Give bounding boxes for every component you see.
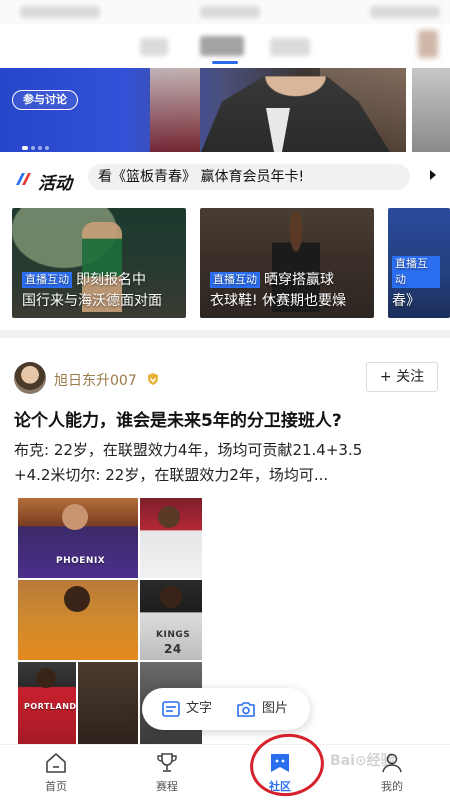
- player-head: [62, 504, 88, 530]
- post-image[interactable]: KINGS 24: [140, 580, 202, 660]
- tab-active-indicator: [212, 61, 238, 64]
- live-card-line2: 春》: [392, 293, 420, 309]
- status-bar: [0, 0, 450, 24]
- top-tabs: [0, 24, 450, 68]
- player-head: [64, 586, 90, 612]
- jersey-text: PHOENIX: [56, 556, 106, 566]
- live-card[interactable]: 直播互动 春》: [388, 208, 450, 318]
- post-header: 旭日东升007 + 关注: [14, 362, 438, 396]
- activity-stripes-icon: [16, 173, 31, 185]
- banner-photo-left: [150, 68, 200, 152]
- banner-pagination: [22, 146, 49, 150]
- banner-dot: [22, 146, 28, 150]
- nav-games[interactable]: 赛程: [132, 749, 202, 797]
- text-doc-icon: [162, 700, 180, 717]
- live-badge: 直播互动: [210, 272, 260, 288]
- jersey-number: 24: [164, 642, 182, 656]
- post-image[interactable]: [18, 580, 138, 660]
- post-body[interactable]: 布克: 22岁，在联盟效力4年，场均可贡献21.4+3.5 +4.2米切尔: 2…: [14, 438, 438, 488]
- live-badge: 直播互动: [392, 256, 440, 288]
- home-icon: [46, 753, 66, 773]
- post-title[interactable]: 论个人能力，谁会是未来5年的分卫接班人?: [14, 406, 438, 431]
- compose-text-label: 文字: [186, 701, 213, 716]
- post-image[interactable]: [140, 498, 202, 578]
- live-card-line2: 国行来与海沃德面对面: [22, 293, 162, 309]
- live-card[interactable]: 直播互动 即刻报名中 国行来与海沃德面对面: [12, 208, 186, 318]
- tab-blurred-3[interactable]: [270, 38, 310, 56]
- jersey-text: PORTLAND: [24, 702, 76, 711]
- tab-blurred-active[interactable]: [200, 36, 244, 56]
- banner-next-peek[interactable]: [412, 68, 450, 152]
- banner-dot: [45, 146, 49, 150]
- live-card-line1: 晒穿搭赢球: [264, 272, 334, 288]
- compose-image-button[interactable]: 图片: [236, 700, 288, 718]
- nav-mine-label: 我的: [381, 780, 403, 793]
- compose-image-label: 图片: [262, 701, 289, 716]
- follow-button[interactable]: + 关注: [366, 362, 438, 392]
- vip-badge-icon: [148, 373, 158, 385]
- post-username[interactable]: 旭日东升007: [54, 370, 137, 390]
- watermark-logo: Bai⊙经验: [330, 753, 395, 769]
- nav-games-label: 赛程: [156, 780, 178, 793]
- live-card-text: 直播互动 春》: [392, 256, 444, 312]
- status-time-blur: [200, 6, 260, 18]
- play-arrow-icon[interactable]: [430, 170, 436, 180]
- activity-title: 活动: [38, 174, 72, 194]
- live-card-line1: 即刻报名中: [76, 272, 146, 288]
- status-carrier-blur: [20, 6, 100, 18]
- post-body-line: 布克: 22岁，在联盟效力4年，场均可贡献21.4+3.5: [14, 441, 363, 459]
- join-discussion-button[interactable]: 参与讨论: [12, 90, 78, 110]
- live-card-text: 直播互动 晒穿搭赢球 衣球鞋! 休赛期也要燥: [210, 270, 368, 312]
- post-body-line: +4.2米切尔: 22岁，在联盟效力2年，场均可...: [14, 466, 329, 484]
- activity-headline[interactable]: 看《篮板青春》 赢体育会员年卡!: [88, 164, 410, 190]
- post-image[interactable]: PHOENIX: [18, 498, 138, 578]
- camera-icon: [237, 701, 255, 717]
- nav-home[interactable]: 首页: [21, 749, 91, 797]
- compose-text-button[interactable]: 文字: [162, 700, 212, 718]
- compose-bar: 文字 图片: [142, 688, 310, 730]
- banner-dot: [38, 146, 42, 150]
- live-card-text: 直播互动 即刻报名中 国行来与海沃德面对面: [22, 270, 180, 312]
- hero-banner[interactable]: 参与讨论: [0, 68, 406, 152]
- live-card[interactable]: 直播互动 晒穿搭赢球 衣球鞋! 休赛期也要燥: [200, 208, 374, 318]
- banner-dot: [31, 146, 35, 150]
- post-image[interactable]: [78, 662, 138, 744]
- tab-menu-blur[interactable]: [418, 30, 438, 58]
- tab-blurred-1[interactable]: [140, 38, 168, 56]
- live-badge: 直播互动: [22, 272, 72, 288]
- player-head: [36, 668, 56, 688]
- live-card-line2: 衣球鞋! 休赛期也要燥: [210, 293, 347, 309]
- section-divider: [0, 330, 450, 338]
- live-cards: 直播互动 即刻报名中 国行来与海沃德面对面 直播互动 晒穿搭赢球 衣球鞋! 休赛期也…: [12, 208, 450, 318]
- player-head: [160, 586, 182, 608]
- avatar[interactable]: [14, 362, 46, 394]
- player-head: [158, 506, 180, 528]
- activity-row: 活动 看《篮板青春》 赢体育会员年卡!: [0, 160, 450, 200]
- post-image[interactable]: PORTLAND: [18, 662, 76, 744]
- trophy-icon: [157, 753, 177, 772]
- jersey-text: KINGS: [156, 630, 191, 640]
- nav-home-label: 首页: [45, 780, 67, 793]
- status-battery-blur: [370, 6, 440, 18]
